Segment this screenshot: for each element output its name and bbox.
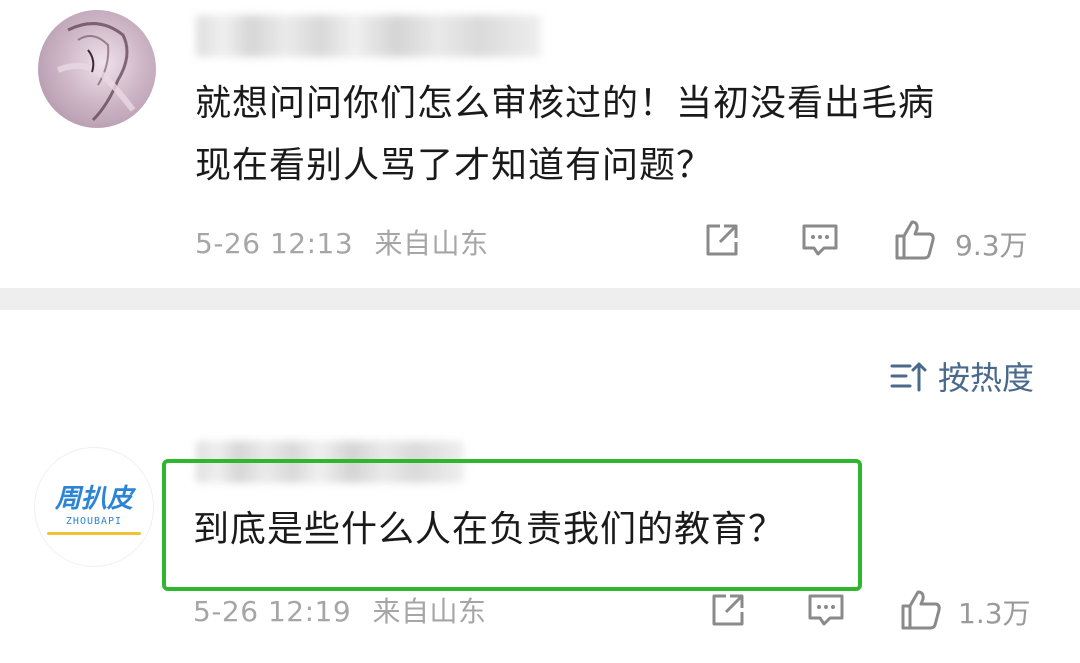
share-icon[interactable] [708,590,748,630]
like-icon[interactable] [893,218,937,262]
sort-label: 按热度 [938,359,1035,397]
comment-1-time: 5-26 12:13 [195,227,354,260]
comment-1-like-count: 9.3万 [955,229,1028,262]
comment-icon[interactable] [800,220,840,260]
sort-by-hot-button[interactable]: 按热度 [888,353,1034,399]
comment-1-username-blurred[interactable] [196,15,541,57]
share-icon[interactable] [702,220,742,260]
comment-2-time: 5-26 12:19 [193,595,352,628]
comment-icon[interactable] [806,590,846,630]
comment-2-meta: 5-26 12:19 来自山东 [193,590,487,630]
avatar-logo-underline [47,532,141,535]
comment-1-meta: 5-26 12:13 来自山东 [195,222,489,262]
comment-2-text: 到底是些什么人在负责我们的教育？ [193,509,786,550]
comment-1-text-line2: 现在看别人骂了才知道有问题？ [195,145,714,186]
comment-2-like-count: 1.3万 [958,597,1031,630]
comment-2-avatar[interactable]: 周扒皮 ZHOUBAPI [34,447,154,567]
avatar-logo-text: 周扒皮 [54,483,133,513]
comment-1-location: 来自山东 [374,227,489,260]
comment-2-location: 来自山东 [372,595,487,628]
portrait-illustration [56,22,136,122]
comment-1-avatar[interactable] [38,10,156,128]
sort-icon [890,362,927,392]
section-divider [0,288,1080,310]
comment-1-text-line1: 就想问问你们怎么审核过的！当初没看出毛病 [195,83,936,124]
avatar-logo-subtext: ZHOUBAPI [65,516,123,527]
like-icon[interactable] [899,588,943,632]
